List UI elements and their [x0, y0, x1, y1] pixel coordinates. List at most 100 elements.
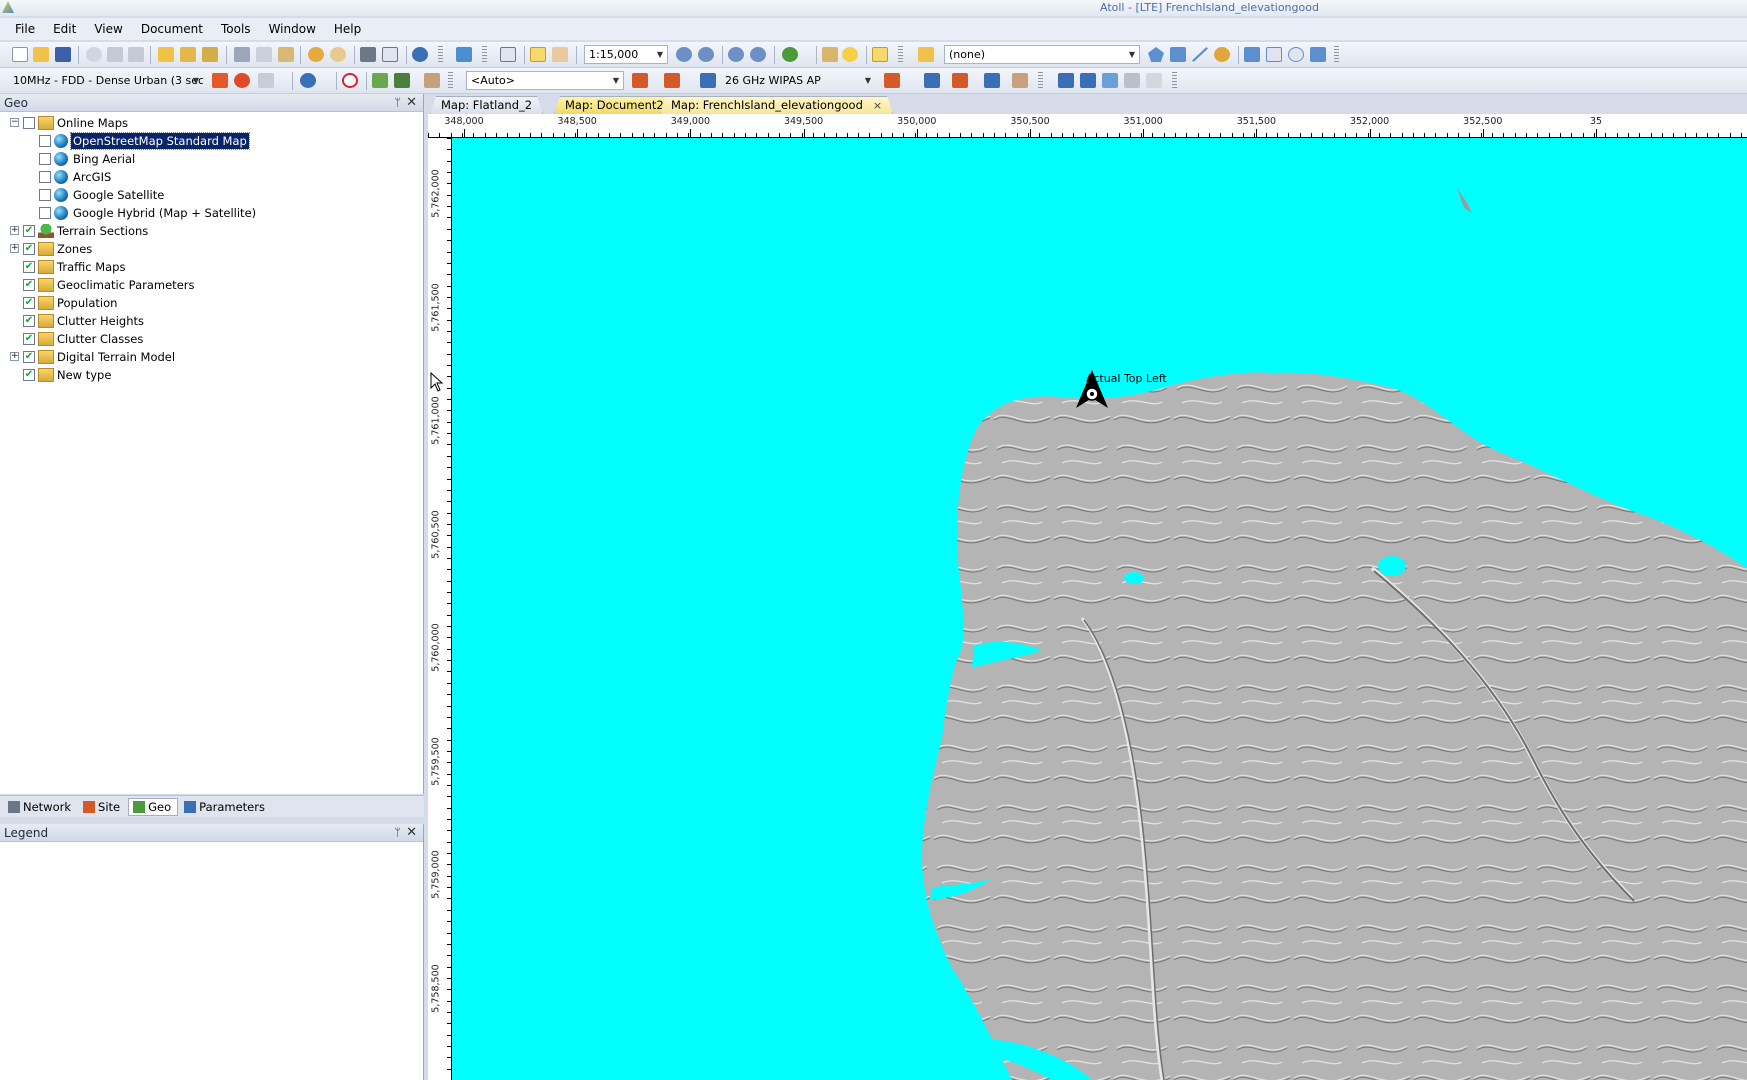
archive-icon[interactable] — [202, 47, 218, 62]
tree-item[interactable]: OpenStreetMap Standard Map — [0, 132, 423, 150]
line-icon[interactable] — [1192, 47, 1208, 62]
tool-g-icon[interactable] — [1058, 73, 1074, 88]
layer-checkbox[interactable]: ✔ — [23, 369, 35, 381]
tab-close-icon[interactable]: × — [873, 99, 882, 112]
tree-item[interactable]: ✔ Clutter Heights — [0, 312, 423, 330]
tab-geo[interactable]: Geo — [128, 797, 179, 816]
equipment-combobox[interactable]: 26 GHz WIPAS AP ▼ — [720, 71, 876, 90]
menu-window[interactable]: Window — [260, 18, 325, 40]
new-map-icon[interactable] — [500, 47, 516, 62]
tree-item[interactable]: + ✔ Terrain Sections — [0, 222, 423, 240]
pan-hand-icon[interactable] — [552, 47, 568, 62]
tool-d-icon[interactable] — [924, 73, 940, 88]
layer-checkbox[interactable]: ✔ — [23, 297, 35, 309]
layer-checkbox[interactable]: ✔ — [23, 315, 35, 327]
layer-combobox[interactable]: (none) ▼ — [944, 45, 1140, 64]
tree-item[interactable]: ✔ Traffic Maps — [0, 258, 423, 276]
microwave-link-icon[interactable] — [700, 73, 716, 88]
tool-a-icon[interactable] — [632, 73, 648, 88]
database-sync-icon[interactable] — [128, 47, 144, 62]
zoom-next-icon[interactable] — [750, 47, 766, 62]
save-icon[interactable] — [55, 47, 71, 62]
layer-checkbox[interactable] — [39, 207, 51, 219]
print-preview-icon[interactable] — [382, 47, 398, 62]
menu-help[interactable]: Help — [325, 18, 370, 40]
auto-combobox[interactable]: <Auto> ▼ — [466, 71, 624, 90]
tool-f-icon[interactable] — [984, 73, 1000, 88]
open-layer-icon[interactable] — [918, 47, 934, 62]
tool-j-icon[interactable] — [1124, 73, 1140, 88]
layer-checkbox[interactable] — [23, 117, 35, 129]
tree-item[interactable]: ✔ Clutter Classes — [0, 330, 423, 348]
map-canvas[interactable]: Actual Top Left — [452, 138, 1747, 1080]
tree-item[interactable]: − Online Maps — [0, 114, 423, 132]
layer-checkbox[interactable]: ✔ — [23, 279, 35, 291]
tab-flatland-2[interactable]: Map: Flatland_2 — [430, 96, 543, 114]
menu-edit[interactable]: Edit — [44, 18, 85, 40]
database-icon[interactable] — [107, 47, 123, 62]
layer-checkbox[interactable] — [39, 135, 51, 147]
layer-checkbox[interactable]: ✔ — [23, 225, 35, 237]
rectangle-icon[interactable] — [1170, 47, 1186, 62]
menu-view[interactable]: View — [85, 18, 131, 40]
select-pointer-icon[interactable] — [530, 47, 546, 62]
tab-site[interactable]: Site — [79, 798, 126, 816]
menu-tools[interactable]: Tools — [212, 18, 260, 40]
hand-icon[interactable] — [1012, 73, 1028, 88]
properties-icon[interactable] — [394, 73, 410, 88]
tool-c-icon[interactable] — [884, 73, 900, 88]
scale-combobox[interactable]: 1:15,000 ▼ — [584, 45, 668, 64]
tree-item[interactable]: Bing Aerial — [0, 150, 423, 168]
antenna-icon[interactable] — [212, 73, 228, 88]
tool-i-icon[interactable] — [1102, 73, 1118, 88]
station-colors-icon[interactable] — [234, 73, 250, 88]
layer-checkbox[interactable] — [39, 171, 51, 183]
tree-item[interactable]: Google Hybrid (Map + Satellite) — [0, 204, 423, 222]
tree-item[interactable]: + ✔ Zones — [0, 240, 423, 258]
tab-document2[interactable]: Map: Document2 — [554, 96, 675, 114]
expand-icon[interactable]: + — [10, 226, 19, 235]
close-icon[interactable]: ✕ — [406, 824, 417, 842]
tool-e-icon[interactable] — [952, 73, 968, 88]
import-icon[interactable] — [158, 47, 174, 62]
copy-icon[interactable] — [256, 47, 272, 62]
new-document-icon[interactable] — [12, 47, 28, 62]
layer-checkbox[interactable]: ✔ — [23, 333, 35, 345]
table-icon[interactable] — [372, 73, 388, 88]
undo-icon[interactable] — [308, 47, 324, 62]
tree-item[interactable]: ✔ New type — [0, 366, 423, 384]
zoom-previous-icon[interactable] — [728, 47, 744, 62]
tree-item[interactable]: Google Satellite — [0, 186, 423, 204]
pin-icon[interactable]: ᛘ — [394, 94, 401, 112]
tab-frenchisland[interactable]: Map: FrenchIsland_elevationgood × — [660, 96, 893, 114]
tab-network[interactable]: Network — [4, 798, 77, 816]
tab-parameters[interactable]: Parameters — [180, 798, 271, 816]
zoom-out-icon[interactable] — [698, 47, 714, 62]
link-icon[interactable] — [300, 73, 316, 88]
find-binoculars-icon[interactable] — [872, 47, 888, 62]
menu-document[interactable]: Document — [132, 18, 212, 40]
text-style-icon[interactable] — [258, 73, 274, 88]
hand-stop-icon[interactable] — [424, 73, 440, 88]
cut-icon[interactable] — [234, 47, 250, 62]
points-icon[interactable] — [1214, 47, 1230, 62]
split-icon[interactable] — [1310, 47, 1326, 62]
tree-item[interactable]: ✔ Geoclimatic Parameters — [0, 276, 423, 294]
layer-checkbox[interactable]: ✔ — [23, 243, 35, 255]
map-centre-icon[interactable] — [782, 47, 798, 62]
layer-checkbox[interactable]: ✔ — [23, 351, 35, 363]
layer-checkbox[interactable]: ✔ — [23, 261, 35, 273]
measure-icon[interactable] — [822, 47, 838, 62]
target-icon[interactable] — [342, 73, 358, 88]
help-icon[interactable] — [412, 47, 428, 62]
open-folder-icon[interactable] — [33, 47, 49, 62]
tool-h-icon[interactable] — [1080, 73, 1096, 88]
bearer-combobox[interactable]: 10MHz - FDD - Dense Urban (3 sec ▼ — [8, 71, 204, 90]
merge-icon[interactable] — [1288, 47, 1304, 62]
hexagon-icon[interactable] — [1244, 47, 1260, 62]
tree-item[interactable]: ArcGIS — [0, 168, 423, 186]
tree-item[interactable]: ✔ Population — [0, 294, 423, 312]
zoom-in-icon[interactable] — [676, 47, 692, 62]
pentagon-icon[interactable] — [1266, 47, 1282, 62]
print-icon[interactable] — [360, 47, 376, 62]
